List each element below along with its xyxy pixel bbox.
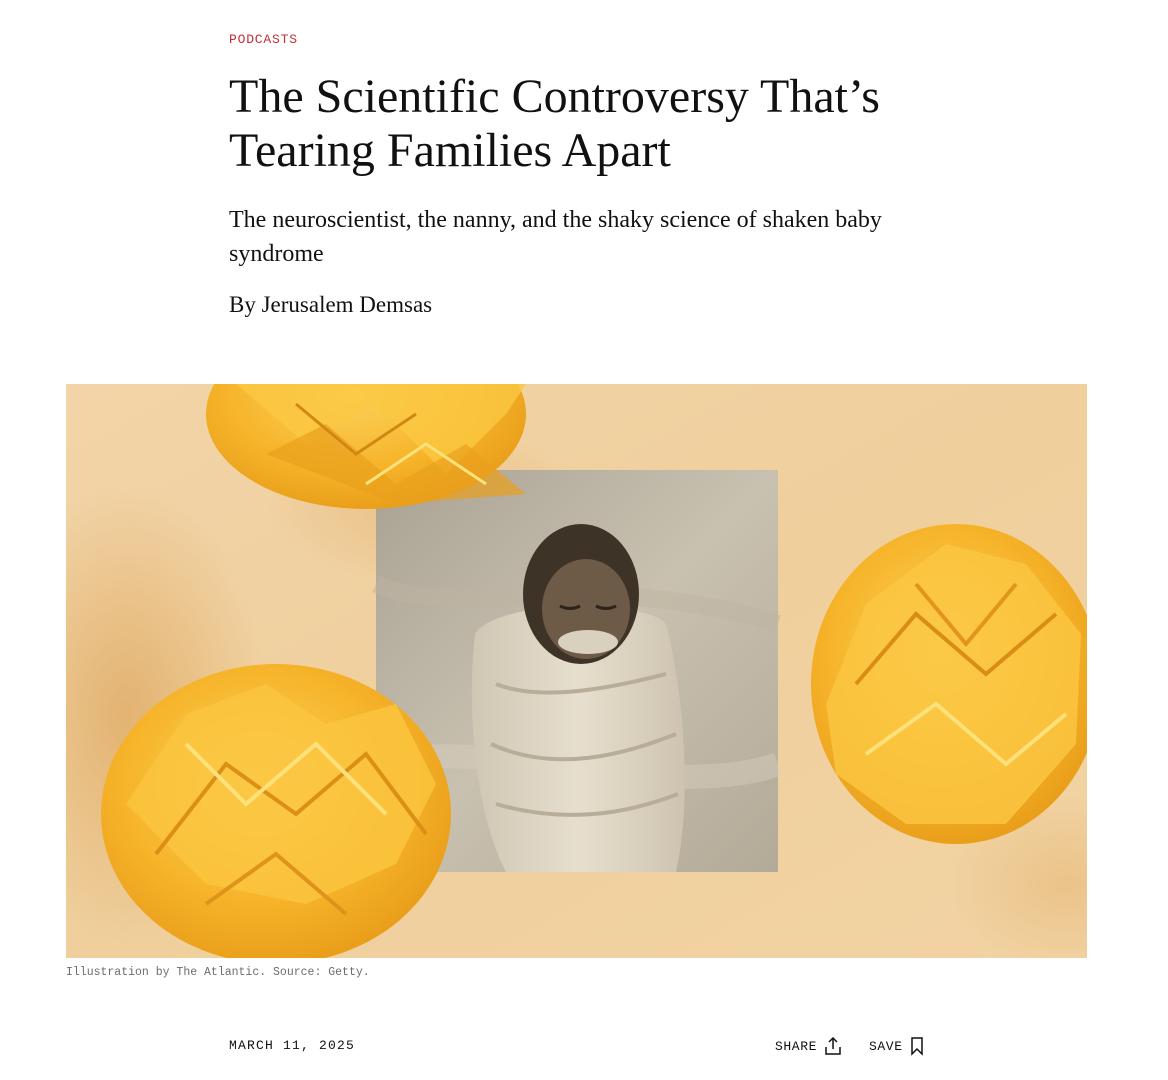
section-label-podcasts[interactable]: PODCASTS — [229, 32, 298, 47]
byline: By Jerusalem Demsas — [229, 290, 432, 320]
article-headline: The Scientific Controversy That’s Tearin… — [229, 70, 880, 177]
hero-illustration — [66, 384, 1087, 958]
hero-illustration-art — [66, 384, 1087, 958]
save-button[interactable]: SAVE — [869, 1036, 924, 1056]
bookmark-icon — [910, 1037, 923, 1056]
image-caption: Illustration by The Atlantic. Source: Ge… — [66, 966, 370, 979]
publish-date: MARCH 11, 2025 — [229, 1038, 356, 1053]
paper-ball-left — [101, 664, 451, 958]
save-label: SAVE — [869, 1038, 903, 1054]
article-dek: The neuroscientist, the nanny, and the s… — [229, 207, 882, 267]
share-label: SHARE — [775, 1038, 818, 1054]
share-button[interactable]: SHARE — [775, 1036, 842, 1056]
share-upload-icon — [825, 1036, 841, 1055]
byline-prefix: By — [229, 292, 262, 317]
author-link[interactable]: Jerusalem Demsas — [262, 292, 433, 317]
